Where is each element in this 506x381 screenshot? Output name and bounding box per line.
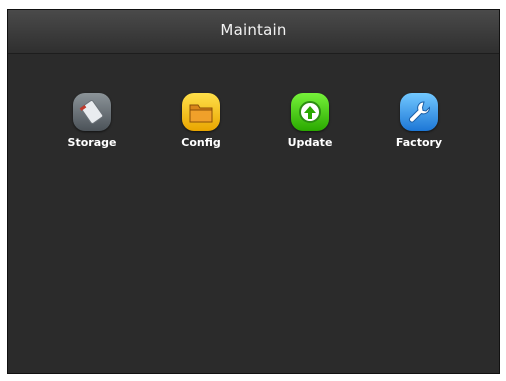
menu-item-config[interactable]: Config	[168, 89, 234, 159]
menu-item-label: Update	[287, 136, 333, 149]
page-title: Maintain	[220, 21, 287, 39]
menu-item-factory[interactable]: Factory	[386, 89, 452, 159]
update-arrow-icon	[291, 93, 329, 131]
menu-item-label: Config	[181, 136, 221, 149]
maintain-screen: Maintain Storage Config Update Factory	[7, 9, 500, 374]
folder-icon	[182, 93, 220, 131]
title-bar: Maintain	[8, 10, 499, 54]
wrench-icon	[400, 93, 438, 131]
menu-item-label: Storage	[67, 136, 117, 149]
menu-item-update[interactable]: Update	[277, 89, 343, 159]
menu-item-label: Factory	[395, 136, 443, 149]
storage-icon	[73, 93, 111, 131]
menu-item-storage[interactable]: Storage	[59, 89, 125, 159]
